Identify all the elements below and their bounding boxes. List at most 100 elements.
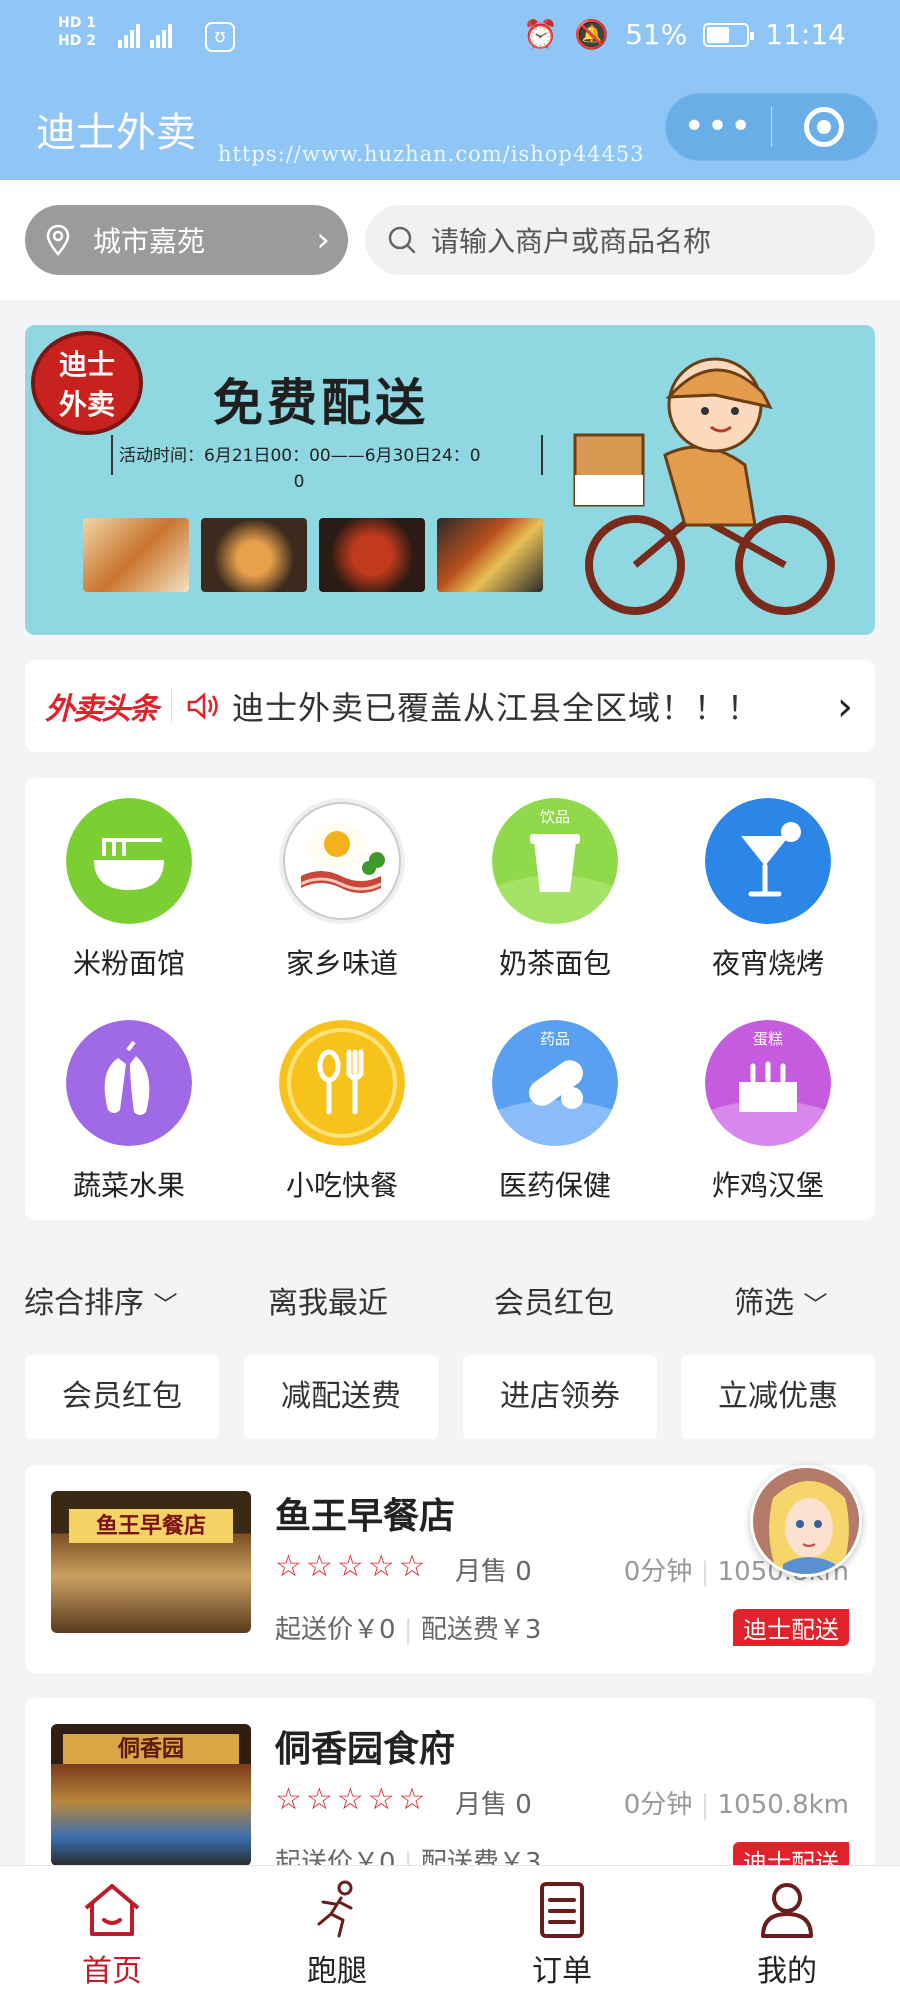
star-icon: ☆ — [275, 1782, 302, 1817]
min-order-price: 起送价￥0 — [275, 1615, 396, 1645]
bottom-tab-bar: 首页 跑腿 订单 我的 — [0, 1865, 900, 2000]
sort-filter[interactable]: 筛选 ﹀ — [734, 1278, 828, 1322]
battery-percent: 51% — [625, 18, 688, 51]
category-label: 蔬菜水果 — [72, 1169, 185, 1202]
cake-icon: 蛋糕 — [705, 1020, 831, 1146]
speaker-icon — [187, 692, 218, 720]
category-item[interactable]: 小吃快餐 — [242, 1020, 442, 1204]
food-photo — [437, 518, 543, 592]
pill-icon: 药品 — [492, 1020, 618, 1146]
star-icon: ☆ — [305, 1549, 333, 1584]
category-badge: 药品 — [540, 1030, 570, 1048]
sort-filter-label: 筛选 — [734, 1286, 794, 1321]
rating-stars: ☆ ☆ ☆ ☆ ☆ — [275, 1549, 426, 1584]
category-label: 奶茶面包 — [498, 947, 611, 980]
chip-reduced-delivery[interactable]: 减配送费 — [244, 1355, 438, 1439]
sim1-label: HD 1 — [58, 15, 96, 31]
search-input[interactable]: 请输入商户或商品名称 — [365, 205, 875, 275]
headline-badge: 外卖头条 — [45, 692, 159, 727]
star-icon: ☆ — [398, 1549, 426, 1584]
tab-errand[interactable]: 跑腿 — [237, 1880, 437, 1990]
logo-line2: 外卖 — [58, 388, 115, 421]
store-name: 鱼王早餐店 — [275, 1496, 456, 1537]
order-list-icon — [540, 1882, 584, 1938]
divider — [171, 689, 172, 723]
store-photo: 鱼王早餐店 — [51, 1491, 251, 1633]
banner-period-line2: 0 — [293, 472, 305, 492]
alarm-icon: ⏰ — [523, 18, 559, 51]
star-icon: ☆ — [367, 1549, 395, 1584]
rating-stars: ☆ ☆ ☆ ☆ ☆ — [275, 1782, 426, 1817]
target-icon — [804, 107, 845, 147]
chip-store-coupon[interactable]: 进店领券 — [463, 1355, 657, 1439]
sort-member[interactable]: 会员红包 — [494, 1278, 614, 1322]
star-icon: ☆ — [398, 1782, 426, 1817]
sim-labels: HD 1 HD 2 — [58, 14, 96, 50]
more-dots-icon[interactable]: ••• — [666, 109, 771, 145]
signal-strength-icon — [150, 20, 172, 48]
category-item[interactable]: 蔬菜水果 — [29, 1020, 229, 1204]
store-card[interactable]: 鱼王早餐店 鱼王早餐店 ☆☆☆☆☆ 月售 0 0分钟 | 1050.8km 起送… — [25, 1465, 875, 1673]
tab-home[interactable]: 首页 — [12, 1880, 212, 1990]
tab-profile[interactable]: 我的 — [687, 1880, 887, 1990]
banner-title: 免费配送 — [213, 374, 429, 432]
status-bar: HD 1 HD 2 ʊ ⏰ 🔕 51% 11:14 — [0, 0, 900, 80]
drink-cup-icon: 饮品 — [492, 798, 618, 924]
category-item[interactable]: 蛋糕 炸鸡汉堡 — [668, 1020, 868, 1204]
chevron-right-icon: › — [837, 684, 853, 730]
eggplant-icon — [66, 1020, 192, 1146]
filter-chips: 会员红包 减配送费 进店领券 立减优惠 — [25, 1355, 875, 1439]
category-label: 炸鸡汉堡 — [711, 1169, 824, 1202]
star-icon: ☆ — [367, 1782, 395, 1817]
search-row: 城市嘉苑 › 请输入商户或商品名称 — [0, 180, 900, 300]
news-headline[interactable]: 外卖头条 迪士外卖已覆盖从江县全区域！！！ › — [25, 660, 875, 752]
noodle-bowl-icon — [66, 798, 192, 924]
profile-icon — [761, 1883, 813, 1938]
star-icon: ☆ — [275, 1549, 302, 1584]
category-item[interactable]: 米粉面馆 — [29, 798, 229, 982]
runner-icon — [317, 1880, 353, 1938]
tab-orders[interactable]: 订单 — [462, 1880, 662, 1990]
search-placeholder: 请输入商户或商品名称 — [431, 225, 712, 258]
mini-program-capsule: ••• — [665, 93, 878, 161]
cocktail-icon — [705, 798, 831, 924]
app-notification-icon: ʊ — [205, 22, 235, 52]
chevron-down-icon: ﹀ — [803, 1291, 828, 1319]
category-item[interactable]: 饮品 奶茶面包 — [455, 798, 655, 982]
search-icon — [388, 226, 416, 254]
star-icon: ☆ — [305, 1782, 333, 1817]
headline-text: 迪士外卖已覆盖从江县全区域！！！ — [232, 689, 761, 727]
watermark: https://www.huzhan.com/ishop44453 — [218, 142, 645, 166]
sort-overall-label: 综合排序 — [24, 1286, 144, 1321]
sort-nearest[interactable]: 离我最近 — [268, 1278, 388, 1322]
delivery-time: 0分钟 — [623, 1557, 693, 1587]
spoon-fork-icon — [279, 1020, 405, 1146]
delivery-fee: 配送费￥3 — [420, 1615, 542, 1645]
monthly-sales: 月售 0 — [455, 1790, 532, 1820]
top-header: HD 1 HD 2 ʊ ⏰ 🔕 51% 11:14 迪士外卖 ••• https… — [0, 0, 900, 180]
delivery-tag: 迪士配送 — [733, 1609, 849, 1646]
tab-errand-label: 跑腿 — [307, 1954, 367, 1989]
store-name: 侗香园食府 — [275, 1729, 456, 1770]
close-mini-program-button[interactable] — [772, 107, 877, 147]
sort-overall[interactable]: 综合排序 ﹀ — [24, 1278, 178, 1322]
chip-instant-discount[interactable]: 立减优惠 — [681, 1355, 875, 1439]
chip-member-redpacket[interactable]: 会员红包 — [25, 1355, 219, 1439]
promo-banner[interactable]: 迪士 外卖 免费配送 活动时间：6月21日00：00——6月30日24：0 0 — [25, 325, 875, 635]
category-label: 米粉面馆 — [72, 947, 185, 980]
clock: 11:14 — [765, 18, 846, 51]
location-pin-icon — [46, 224, 70, 256]
price-info: 起送价￥0 | 配送费￥3 — [275, 1615, 542, 1645]
category-label: 医药保健 — [498, 1169, 611, 1202]
category-label: 小吃快餐 — [285, 1169, 398, 1202]
category-item[interactable]: 夜宵烧烤 — [668, 798, 868, 982]
store-sign: 侗香园 — [63, 1734, 239, 1764]
category-item[interactable]: 家乡味道 — [242, 798, 442, 982]
location-selector[interactable]: 城市嘉苑 › — [25, 205, 348, 275]
status-right: ⏰ 🔕 51% 11:14 — [523, 18, 846, 51]
banner-food-photos — [83, 518, 543, 592]
customer-service-avatar[interactable] — [750, 1465, 862, 1577]
delivery-rider-illustration — [573, 357, 835, 615]
category-item[interactable]: 药品 医药保健 — [455, 1020, 655, 1204]
food-photo — [201, 518, 307, 592]
